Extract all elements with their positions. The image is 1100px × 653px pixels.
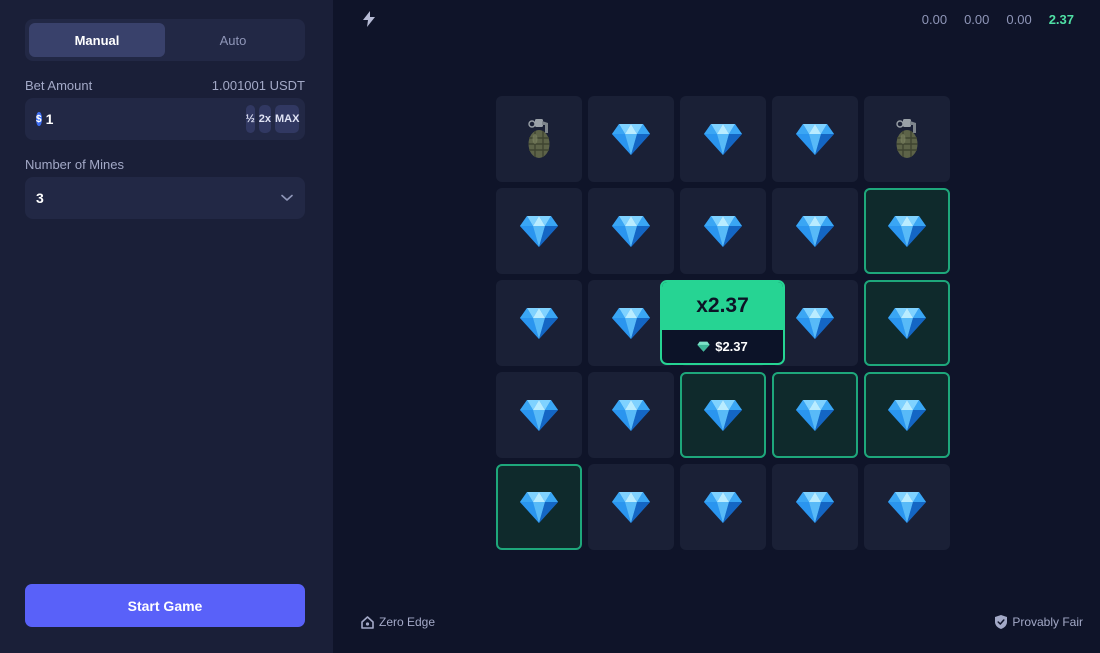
coin-icon: $: [36, 112, 42, 126]
diamond-icon: [704, 216, 742, 247]
board-tile[interactable]: [496, 280, 582, 366]
mode-tabs: Manual Auto: [25, 19, 305, 61]
max-bet-button[interactable]: MAX: [275, 105, 300, 133]
diamond-icon: [796, 308, 834, 339]
diamond-icon: [796, 216, 834, 247]
board-tile[interactable]: [772, 188, 858, 274]
board-tile[interactable]: [864, 280, 950, 366]
mines-select[interactable]: 3: [25, 177, 305, 219]
diamond-icon: [704, 400, 742, 431]
board-tile[interactable]: [496, 464, 582, 550]
board-tile[interactable]: [496, 188, 582, 274]
diamond-icon: [704, 492, 742, 523]
zero-edge-link[interactable]: Zero Edge: [361, 615, 435, 629]
multiplier-stats: 0.00 0.00 0.00 2.37: [922, 12, 1074, 27]
grenade-icon: [528, 119, 550, 158]
stat-value: 0.00: [1006, 12, 1032, 27]
diamond-icon: [612, 492, 650, 523]
bet-amount-field: $ ½ 2x MAX: [25, 98, 305, 140]
board-tile[interactable]: [588, 464, 674, 550]
bet-amount-input[interactable]: [45, 111, 242, 127]
diamond-icon: [520, 400, 558, 431]
win-multiplier: x2.37: [662, 282, 783, 330]
zero-edge-label: Zero Edge: [379, 615, 436, 629]
balance-value: 1.001001 USDT: [211, 78, 305, 93]
lightning-icon[interactable]: [362, 11, 376, 27]
diamond-icon: [612, 124, 650, 155]
bet-amount-label: Bet Amount: [25, 78, 93, 93]
stat-value-current: 2.37: [1048, 12, 1074, 27]
board-tile[interactable]: [588, 96, 674, 182]
tab-auto[interactable]: Auto: [165, 23, 301, 57]
gem-icon: [697, 341, 710, 352]
diamond-icon: [520, 216, 558, 247]
control-panel: Manual Auto Bet Amount 1.001001 USDT $ ½…: [0, 0, 333, 653]
mines-label: Number of Mines: [25, 157, 124, 172]
diamond-icon: [888, 308, 926, 339]
diamond-icon: [612, 216, 650, 247]
board-tile[interactable]: [588, 372, 674, 458]
board-tile[interactable]: [680, 96, 766, 182]
diamond-icon: [888, 216, 926, 247]
board-tile[interactable]: [680, 372, 766, 458]
diamond-icon: [520, 308, 558, 339]
board-tile[interactable]: [864, 96, 950, 182]
tab-manual[interactable]: Manual: [29, 23, 165, 57]
double-bet-button[interactable]: 2x: [258, 105, 271, 133]
diamond-icon: [612, 400, 650, 431]
half-bet-button[interactable]: ½: [245, 105, 255, 133]
diamond-icon: [796, 124, 834, 155]
win-payout: $2.37: [662, 330, 783, 363]
board-tile[interactable]: [496, 372, 582, 458]
diamond-icon: [888, 492, 926, 523]
house-icon: [361, 615, 374, 629]
mines-value: 3: [36, 190, 44, 206]
board-tile[interactable]: [864, 464, 950, 550]
board-tile[interactable]: [772, 96, 858, 182]
diamond-icon: [520, 492, 558, 523]
board-tile[interactable]: [772, 372, 858, 458]
stat-value: 0.00: [921, 12, 948, 27]
shield-check-icon: [995, 615, 1008, 629]
stat-value: 0.00: [964, 12, 990, 27]
diamond-icon: [796, 492, 834, 523]
board-tile[interactable]: [496, 96, 582, 182]
provably-fair-label: Provably Fair: [1012, 615, 1083, 629]
diamond-icon: [704, 124, 742, 155]
diamond-icon: [796, 400, 834, 431]
provably-fair-link[interactable]: Provably Fair: [995, 615, 1083, 629]
start-game-button[interactable]: Start Game: [25, 584, 305, 627]
diamond-icon: [612, 308, 650, 339]
grenade-icon: [896, 119, 918, 158]
board-tile[interactable]: [864, 372, 950, 458]
board-tile[interactable]: [680, 464, 766, 550]
board-tile[interactable]: [680, 188, 766, 274]
board-tile[interactable]: [772, 464, 858, 550]
win-payout-amount: $2.37: [715, 339, 748, 354]
win-popup: x2.37 $2.37: [660, 280, 785, 365]
board-tile[interactable]: [864, 188, 950, 274]
board-tile[interactable]: [588, 188, 674, 274]
chevron-down-icon: [281, 194, 293, 201]
diamond-icon: [888, 400, 926, 431]
